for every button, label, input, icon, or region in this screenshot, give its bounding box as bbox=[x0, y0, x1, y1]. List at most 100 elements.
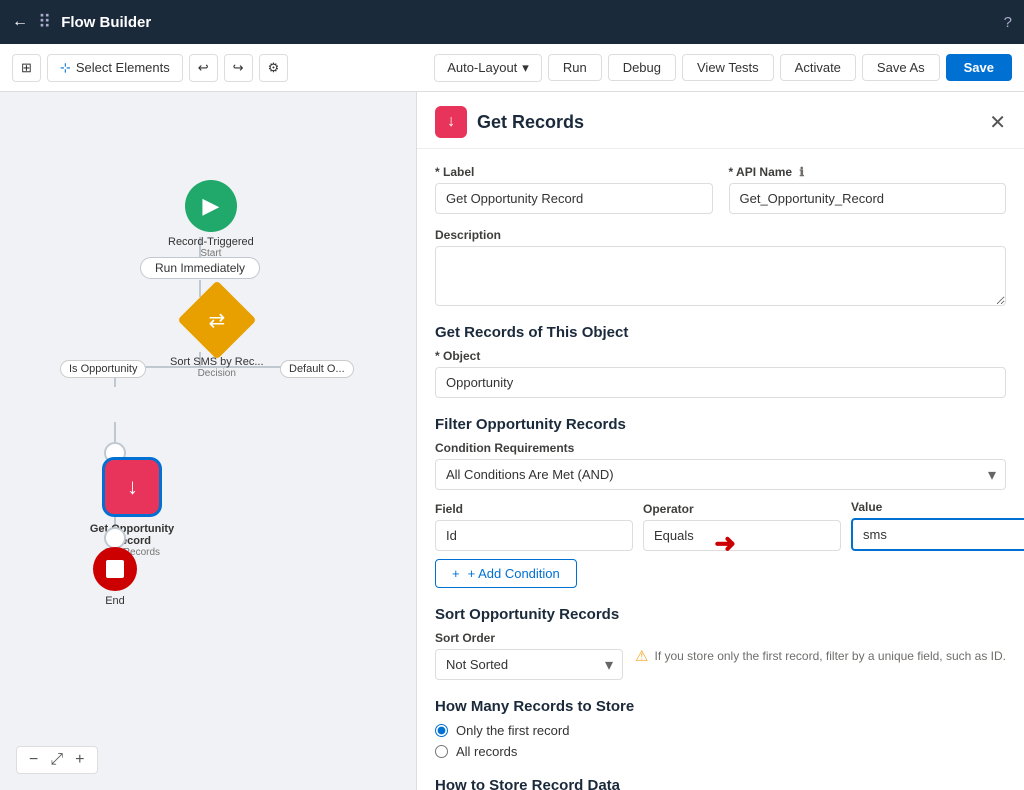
get-records-section-title: Get Records of This Object bbox=[435, 324, 1006, 341]
field-group: Field bbox=[435, 502, 633, 551]
end-node[interactable]: End bbox=[93, 547, 137, 607]
value-group: Value bbox=[851, 500, 1024, 551]
label-input[interactable] bbox=[435, 183, 713, 214]
store-first-radio[interactable] bbox=[435, 724, 448, 737]
decision-node-sublabel: Decision bbox=[198, 368, 236, 379]
view-tests-button[interactable]: View Tests bbox=[682, 54, 774, 81]
undo-icon: ↩ bbox=[198, 60, 209, 76]
toggle-icon: ⊞ bbox=[21, 60, 32, 76]
filter-section-title: Filter Opportunity Records bbox=[435, 416, 1006, 433]
api-name-group: * API Name ℹ bbox=[729, 165, 1007, 214]
sort-order-group: Sort Order Not Sorted bbox=[435, 631, 623, 680]
store-count-options: Only the first record All records bbox=[435, 723, 1006, 759]
right-panel: ↓ Get Records ✕ * Label * API Name ℹ bbox=[416, 92, 1024, 790]
object-label: * Object bbox=[435, 349, 1006, 363]
help-icon[interactable]: ? bbox=[1004, 14, 1012, 31]
condition-requirements-label: Condition Requirements bbox=[435, 441, 1006, 455]
panel-close-button[interactable]: ✕ bbox=[989, 110, 1006, 135]
label-apiname-row: * Label * API Name ℹ bbox=[435, 165, 1006, 214]
object-group: * Object bbox=[435, 349, 1006, 398]
panel-header: ↓ Get Records ✕ bbox=[417, 92, 1024, 149]
store-all-radio[interactable] bbox=[435, 745, 448, 758]
flow-canvas[interactable]: ▶ Record-Triggered Start Run Immediately… bbox=[0, 92, 416, 790]
api-name-label: * API Name ℹ bbox=[729, 165, 1007, 179]
operator-label: Operator bbox=[643, 502, 841, 516]
api-name-info-icon[interactable]: ℹ bbox=[799, 165, 804, 179]
sort-row: Sort Order Not Sorted ⚠ If you store onl… bbox=[435, 631, 1006, 680]
sort-order-label: Sort Order bbox=[435, 631, 623, 645]
get-records-section: Get Records of This Object * Object bbox=[435, 320, 1006, 398]
back-icon: ← bbox=[12, 13, 28, 31]
filter-row-1: Field Operator Value 🗑 bbox=[435, 500, 1006, 551]
get-records-node-label: Get Opportunity Record bbox=[82, 523, 182, 547]
end-node-label: End bbox=[105, 595, 125, 607]
top-nav: ← ⠿ Flow Builder ? bbox=[0, 0, 1024, 44]
panel-icon: ↓ bbox=[435, 106, 467, 138]
nav-title: Flow Builder bbox=[61, 14, 993, 31]
connector-circle-2 bbox=[104, 527, 126, 549]
store-count-title: How Many Records to Store bbox=[435, 698, 1006, 715]
get-records-node[interactable]: ↓ Get Opportunity Record Get Records bbox=[82, 457, 182, 558]
condition-requirements-group: Condition Requirements All Conditions Ar… bbox=[435, 441, 1006, 490]
add-condition-plus-icon: + bbox=[452, 566, 460, 581]
save-button[interactable]: Save bbox=[946, 54, 1012, 81]
object-input[interactable] bbox=[435, 367, 1006, 398]
activate-button[interactable]: Activate bbox=[780, 54, 856, 81]
operator-input[interactable] bbox=[643, 520, 841, 551]
sort-section-title: Sort Opportunity Records bbox=[435, 606, 1006, 623]
store-all-records-option[interactable]: All records bbox=[435, 744, 1006, 759]
label-field-label: * Label bbox=[435, 165, 713, 179]
field-input[interactable] bbox=[435, 520, 633, 551]
run-immediately-node[interactable]: Run Immediately bbox=[140, 257, 260, 279]
default-label: Default O... bbox=[280, 360, 354, 378]
field-label: Field bbox=[435, 502, 633, 516]
add-condition-button[interactable]: + + Add Condition bbox=[435, 559, 577, 588]
sort-section: Sort Opportunity Records Sort Order Not … bbox=[435, 602, 1006, 680]
toolbar: ⊞ ⊹ Select Elements ↩ ↪ ⚙ Auto-Layout ▾ … bbox=[0, 44, 1024, 92]
settings-button[interactable]: ⚙ bbox=[259, 54, 289, 82]
undo-button[interactable]: ↩ bbox=[189, 54, 218, 82]
sort-order-select-wrapper: Not Sorted bbox=[435, 649, 623, 680]
filter-section: Filter Opportunity Records Condition Req… bbox=[435, 412, 1006, 588]
store-data-title: How to Store Record Data bbox=[435, 777, 1006, 790]
auto-layout-dropdown-icon: ▾ bbox=[522, 60, 529, 76]
condition-requirements-select[interactable]: All Conditions Are Met (AND) bbox=[435, 459, 1006, 490]
description-label: Description bbox=[435, 228, 1006, 242]
operator-group: Operator bbox=[643, 502, 841, 551]
sort-warning: ⚠ If you store only the first record, fi… bbox=[635, 647, 1006, 665]
condition-requirements-select-wrapper: All Conditions Are Met (AND) bbox=[435, 459, 1006, 490]
settings-icon: ⚙ bbox=[268, 60, 280, 76]
zoom-controls: − ⤢ + bbox=[16, 746, 98, 774]
nav-dots-icon: ⠿ bbox=[38, 12, 51, 33]
value-label: Value bbox=[851, 500, 1024, 514]
store-first-record-option[interactable]: Only the first record bbox=[435, 723, 1006, 738]
trigger-node[interactable]: ▶ Record-Triggered Start bbox=[168, 180, 254, 259]
redo-button[interactable]: ↪ bbox=[224, 54, 253, 82]
auto-layout-button[interactable]: Auto-Layout ▾ bbox=[434, 54, 542, 82]
zoom-fit-button[interactable]: ⤢ bbox=[46, 751, 67, 769]
debug-button[interactable]: Debug bbox=[608, 54, 676, 81]
trigger-node-label: Record-Triggered bbox=[168, 236, 254, 248]
back-button[interactable]: ← bbox=[12, 13, 28, 31]
save-as-button[interactable]: Save As bbox=[862, 54, 940, 81]
api-name-input[interactable] bbox=[729, 183, 1007, 214]
select-elements-button[interactable]: ⊹ Select Elements bbox=[47, 54, 183, 82]
zoom-out-button[interactable]: − bbox=[25, 751, 42, 769]
store-all-label: All records bbox=[456, 744, 517, 759]
toggle-canvas-button[interactable]: ⊞ bbox=[12, 54, 41, 82]
panel-body: * Label * API Name ℹ Description Get bbox=[417, 149, 1024, 790]
value-input[interactable] bbox=[851, 518, 1024, 551]
description-group: Description bbox=[435, 228, 1006, 306]
sort-order-select[interactable]: Not Sorted bbox=[435, 649, 623, 680]
warning-icon: ⚠ bbox=[635, 647, 648, 665]
redo-icon: ↪ bbox=[233, 60, 244, 76]
store-data-section: How to Store Record Data Automatically s… bbox=[435, 773, 1006, 790]
condition-row-container: Field Operator Value 🗑 bbox=[435, 500, 1006, 551]
label-group: * Label bbox=[435, 165, 713, 214]
description-textarea[interactable] bbox=[435, 246, 1006, 306]
run-button[interactable]: Run bbox=[548, 54, 602, 81]
zoom-in-button[interactable]: + bbox=[71, 751, 88, 769]
store-count-section: How Many Records to Store Only the first… bbox=[435, 694, 1006, 759]
store-first-label: Only the first record bbox=[456, 723, 569, 738]
decision-node[interactable]: ⇄ Sort SMS by Rec... Decision bbox=[170, 292, 264, 379]
